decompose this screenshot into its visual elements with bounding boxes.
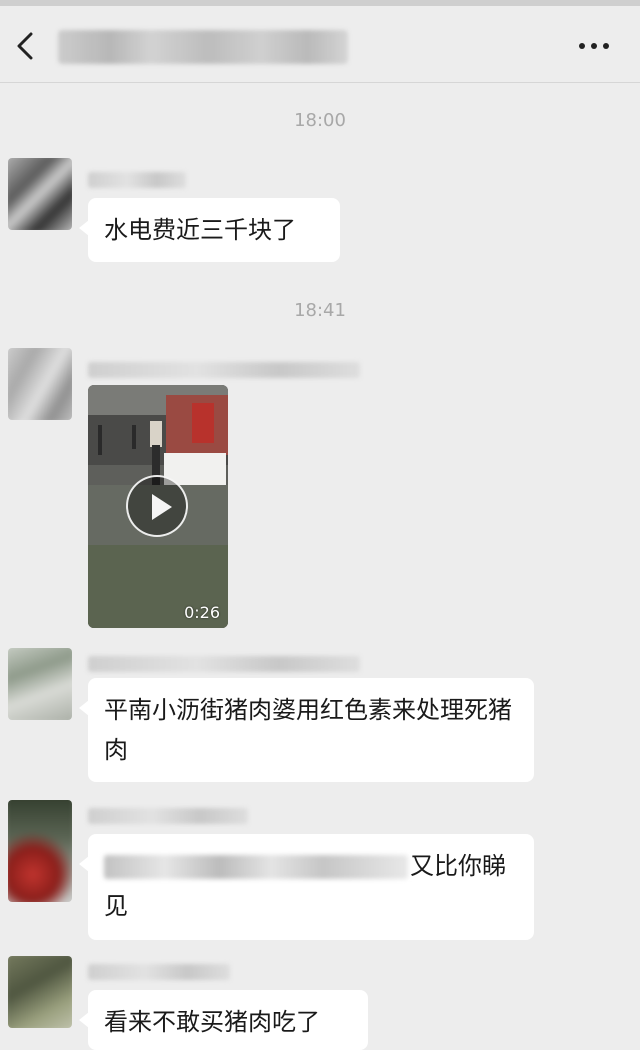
message-bubble[interactable]: 水电费近三千块了 [79,198,340,262]
more-dots-icon[interactable] [578,36,610,56]
sender-name-blurred [88,172,186,188]
avatar[interactable] [8,648,72,720]
message-bubble[interactable]: 看来不敢买猪肉吃了 [79,990,368,1050]
chat-header [0,6,640,83]
message-text: 看来不敢买猪肉吃了 [104,1008,320,1036]
timestamp: 18:00 [294,110,346,131]
avatar[interactable] [8,800,72,902]
timestamp: 18:41 [294,300,346,321]
sender-name-blurred [88,362,360,378]
play-button[interactable] [126,475,188,537]
chevron-left-icon[interactable] [14,32,38,60]
avatar[interactable] [8,956,72,1028]
avatar[interactable] [8,348,72,420]
sender-name-blurred [88,656,360,672]
message-bubble[interactable]: 平南小沥街猪肉婆用红色素来处理死猪肉 [79,678,534,782]
video-duration: 0:26 [184,603,220,622]
sender-name-blurred [88,964,230,980]
message-text: 平南小沥街猪肉婆用红色素来处理死猪肉 [104,696,512,764]
avatar[interactable] [8,158,72,230]
redacted-text [104,855,408,879]
message-bubble[interactable]: 又比你睇见 [79,834,534,940]
video-message[interactable]: 0:26 [88,385,228,628]
sender-name-blurred [88,808,248,824]
chat-title-blurred [58,30,348,64]
message-text: 水电费近三千块了 [104,216,296,244]
